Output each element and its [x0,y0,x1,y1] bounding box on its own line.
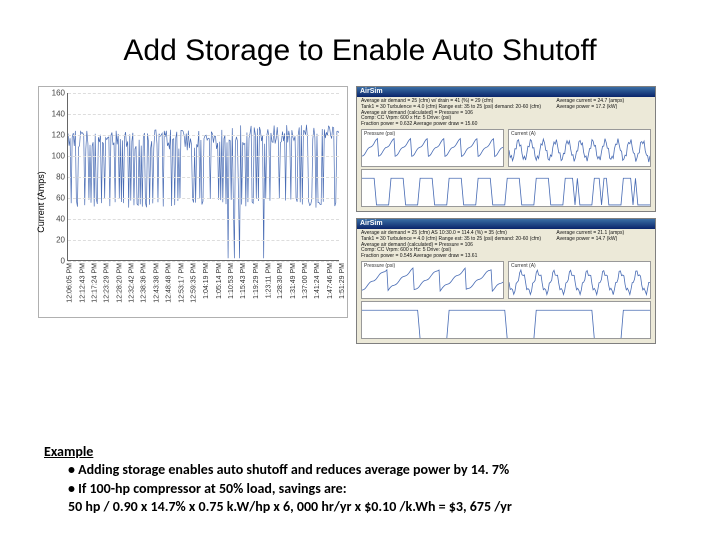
pressure-subchart: Pressure (psi) [361,261,504,299]
x-tick: 1:37:00 PM [302,263,309,299]
example-line: • Adding storage enables auto shutoff an… [68,461,512,479]
bottom-subchart [361,301,651,339]
current-subchart: Current (A) [508,129,651,167]
x-tick: 12:23:29 PM [104,263,111,303]
x-tick: 1:41:24 PM [314,263,321,299]
x-tick: 1:28:30 PM [277,263,284,299]
plot-area: 020406080100120140160 [67,93,339,261]
left-column: Current (Amps) 020406080100120140160 12:… [38,86,348,344]
y-tick: 40 [56,215,65,224]
right-column: AirSim Average air demand = 25 (cfm) w/ … [356,86,656,344]
example-text: Example • Adding storage enables auto sh… [44,443,512,516]
x-tick: 12:06:05 PM [67,263,74,303]
example-line: • If 100-hp compressor at 50% load, savi… [68,480,512,498]
bottom-subchart [361,169,651,207]
x-tick: 1:31:49 PM [290,263,297,299]
x-tick: 12:48:48 PM [166,263,173,303]
airsim-panel-2: AirSim Average air demand = 25 (cfm) AS … [356,218,656,344]
y-tick: 60 [56,194,65,203]
example-heading: Example [44,443,512,461]
panel-meta: Average air demand = 25 (cfm) AS 10:30.0… [357,229,655,261]
x-tick: 12:53:17 PM [178,263,185,303]
y-tick: 20 [56,236,65,245]
meta-left: Average air demand = 25 (cfm) w/ drain =… [361,99,550,128]
x-tick: 1:47:46 PM [327,263,334,299]
y-tick: 140 [52,110,65,119]
meta-right: Average current = 24.7 (amps) Average po… [556,99,651,128]
current-timeseries-chart: Current (Amps) 020406080100120140160 12:… [38,86,348,318]
y-tick: 120 [52,131,65,140]
y-axis-label: Current (Amps) [36,171,46,233]
airsim-panel-1: AirSim Average air demand = 25 (cfm) w/ … [356,86,656,212]
y-tick: 160 [52,89,65,98]
y-tick: 80 [56,173,65,182]
x-tick: 12:38:36 PM [141,263,148,303]
panel-meta: Average air demand = 25 (cfm) w/ drain =… [357,97,655,129]
page-title: Add Storage to Enable Auto Shutoff [0,0,720,86]
example-line: 50 hp / 0.90 x 14.7% x 0.75 k.W/hp x 6, … [68,498,512,516]
y-tick: 0 [61,257,65,266]
x-tick: 1:05:14 PM [215,263,222,299]
x-axis-ticks: 12:06:05 PM 12:12:43 PM 12:17:24 PM 12:23:2… [67,263,339,315]
x-tick: 12:32:42 PM [129,263,136,303]
x-tick: 1:04:19 PM [203,263,210,299]
window-titlebar: AirSim [357,87,655,97]
x-tick: 1:10:53 PM [228,263,235,299]
x-tick: 1:15:43 PM [240,263,247,299]
x-tick: 1:51:29 PM [339,263,346,299]
content-row: Current (Amps) 020406080100120140160 12:… [0,86,720,344]
meta-left: Average air demand = 25 (cfm) AS 10:30.0… [361,231,550,260]
x-tick: 12:43:38 PM [154,263,161,303]
x-tick: 12:28:20 PM [116,263,123,303]
pressure-subchart: Pressure (psi) [361,129,504,167]
y-tick: 100 [52,152,65,161]
x-tick: 12:17:24 PM [92,263,99,303]
x-tick: 1:23:11 PM [265,263,272,298]
x-tick: 12:12:43 PM [79,263,86,303]
x-tick: 1:19:29 PM [252,263,259,299]
x-tick: 12:59:35 PM [191,263,198,303]
meta-right: Average current = 21.1 (amps) Average po… [556,231,651,260]
current-subchart: Current (A) [508,261,651,299]
window-titlebar: AirSim [357,219,655,229]
